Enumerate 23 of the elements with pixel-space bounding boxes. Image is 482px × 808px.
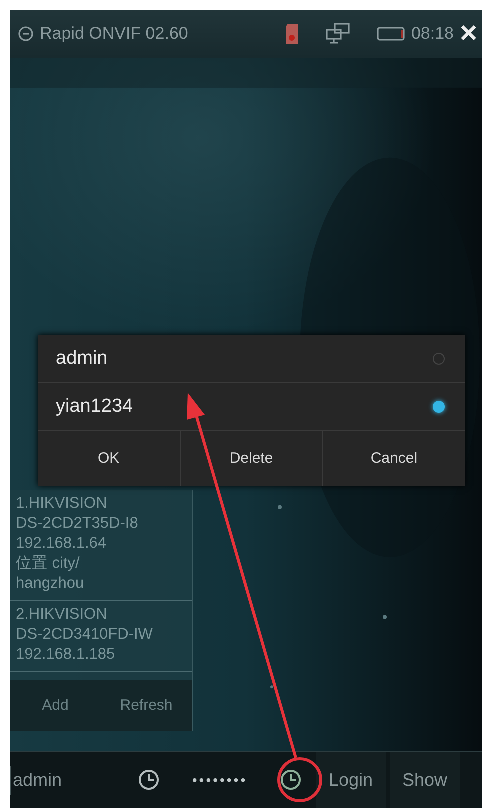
device-item[interactable]: 1.HIKVISION DS-2CD2T35D-I8 192.168.1.64 位置 city/ hangzhou — [10, 490, 192, 601]
delete-button[interactable]: Delete — [180, 431, 322, 486]
password-field[interactable]: •••••••• — [160, 772, 280, 788]
radio-button[interactable] — [433, 352, 445, 364]
clock-icon[interactable] — [138, 769, 160, 791]
username-field[interactable]: admin — [10, 766, 113, 794]
login-button[interactable]: Login — [316, 752, 386, 808]
highlight-circle — [278, 758, 322, 802]
clock-icon[interactable] — [280, 769, 302, 791]
network-icon — [325, 23, 352, 45]
show-button[interactable]: Show — [390, 752, 460, 808]
ok-button[interactable]: OK — [38, 431, 180, 486]
account-option[interactable]: admin — [38, 335, 465, 383]
back-icon[interactable] — [18, 26, 34, 42]
device-item[interactable]: 2.HIKVISION DS-2CD3410FD-IW 192.168.1.185 — [10, 601, 192, 672]
cancel-button[interactable]: Cancel — [322, 431, 466, 486]
clock-time: 08:18 — [411, 24, 454, 44]
add-button[interactable]: Add — [10, 680, 101, 731]
close-button[interactable]: × — [460, 19, 482, 49]
app-title: Rapid ONVIF 02.60 — [40, 24, 190, 44]
refresh-button[interactable]: Refresh — [101, 680, 192, 731]
battery-icon — [377, 26, 406, 42]
radio-button[interactable] — [433, 400, 445, 412]
